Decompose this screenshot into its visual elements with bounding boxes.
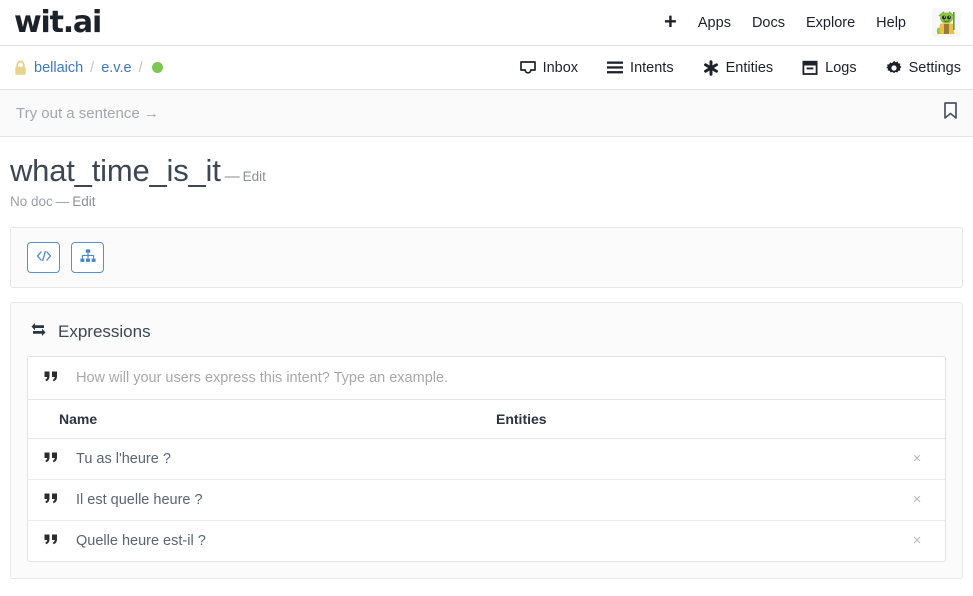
top-nav: + Apps Docs Explore Help <box>664 8 961 37</box>
code-icon <box>36 250 52 265</box>
gear-icon <box>885 60 902 76</box>
sub-header: bellaich / e.v.e / Inbox Intents Entitie… <box>0 46 973 90</box>
expressions-table: How will your users express this intent?… <box>27 355 946 562</box>
page-title: what_time_is_it <box>10 153 221 188</box>
new-expression-input[interactable]: How will your users express this intent?… <box>76 370 448 386</box>
list-icon <box>607 60 624 76</box>
nav-item-logs[interactable]: Logs <box>802 59 857 76</box>
nav-label-logs: Logs <box>825 59 857 76</box>
tools-card <box>10 226 963 288</box>
lock-icon <box>14 60 27 76</box>
plus-icon[interactable]: + <box>664 10 677 35</box>
doc-dash: — <box>55 193 70 209</box>
expressions-header: Expressions <box>27 317 946 356</box>
avatar[interactable] <box>932 8 961 37</box>
breadcrumb-separator-1: / <box>90 59 95 76</box>
sitemap-icon <box>80 248 96 266</box>
archive-icon <box>802 60 818 76</box>
new-expression-row[interactable]: How will your users express this intent?… <box>28 357 945 400</box>
table-row[interactable]: Quelle heure est-il ? × <box>28 521 945 561</box>
inbox-icon <box>519 60 536 76</box>
intent-title-line: what_time_is_it — Edit <box>10 153 963 188</box>
expression-text[interactable]: Quelle heure est-il ? <box>76 533 905 549</box>
bookmark-icon[interactable] <box>942 101 959 126</box>
expressions-title: Expressions <box>58 321 151 341</box>
table-row[interactable]: Tu as l'heure ? × <box>28 439 945 480</box>
breadcrumb-separator-2: / <box>138 59 143 76</box>
edit-doc-link[interactable]: Edit <box>72 194 95 209</box>
quote-icon <box>44 450 76 468</box>
wit-ai-logo[interactable]: wit.ai <box>14 7 102 38</box>
quote-icon <box>44 371 58 384</box>
expression-text[interactable]: Tu as l'heure ? <box>76 451 905 467</box>
delete-expression-button[interactable]: × <box>905 450 929 467</box>
quote-icon <box>44 532 76 550</box>
expression-text[interactable]: Il est quelle heure ? <box>76 492 905 508</box>
nav-item-settings[interactable]: Settings <box>885 59 961 76</box>
column-header-entities: Entities <box>496 410 547 427</box>
nav-label-intents: Intents <box>630 59 674 76</box>
top-nav-docs[interactable]: Docs <box>752 15 785 31</box>
code-view-button[interactable] <box>27 241 60 273</box>
expressions-card: Expressions How will your users express … <box>10 301 963 579</box>
page-content: what_time_is_it — Edit No doc — Edit Exp… <box>0 137 973 579</box>
delete-expression-button[interactable]: × <box>905 532 929 549</box>
column-header-name: Name <box>59 410 98 427</box>
nav-item-entities[interactable]: Entities <box>703 59 774 76</box>
nav-label-inbox: Inbox <box>542 59 579 76</box>
exchange-arrows-icon <box>29 322 48 342</box>
tree-view-button[interactable] <box>71 241 105 273</box>
section-nav: Inbox Intents Entities Logs Settings <box>519 59 961 76</box>
top-nav-help[interactable]: Help <box>876 15 906 31</box>
breadcrumb: bellaich / e.v.e / <box>14 60 163 76</box>
breadcrumb-app[interactable]: e.v.e <box>101 60 131 76</box>
nav-item-intents[interactable]: Intents <box>607 60 674 76</box>
nav-item-inbox[interactable]: Inbox <box>519 59 579 76</box>
top-nav-explore[interactable]: Explore <box>806 15 855 31</box>
asterisk-icon <box>703 59 719 76</box>
doc-status-text: No doc <box>10 193 53 209</box>
intent-doc-line: No doc — Edit <box>10 194 963 209</box>
nav-label-settings: Settings <box>908 59 961 76</box>
try-sentence-bar[interactable]: Try out a sentence → <box>0 90 973 137</box>
breadcrumb-user[interactable]: bellaich <box>34 60 83 76</box>
delete-expression-button[interactable]: × <box>905 491 929 508</box>
nav-label-entities: Entities <box>725 59 774 76</box>
try-sentence-input[interactable]: Try out a sentence → <box>16 105 159 122</box>
top-header: wit.ai + Apps Docs Explore Help <box>0 0 973 46</box>
quote-icon <box>44 491 76 509</box>
tools-row <box>11 228 962 287</box>
title-dash: — <box>224 168 240 185</box>
table-header: Name Entities <box>28 400 945 439</box>
top-nav-apps[interactable]: Apps <box>698 15 731 31</box>
table-row[interactable]: Il est quelle heure ? × <box>28 480 945 521</box>
status-dot <box>151 62 163 73</box>
edit-title-link[interactable]: Edit <box>243 169 266 184</box>
intent-title-block: what_time_is_it — Edit No doc — Edit <box>10 137 963 213</box>
